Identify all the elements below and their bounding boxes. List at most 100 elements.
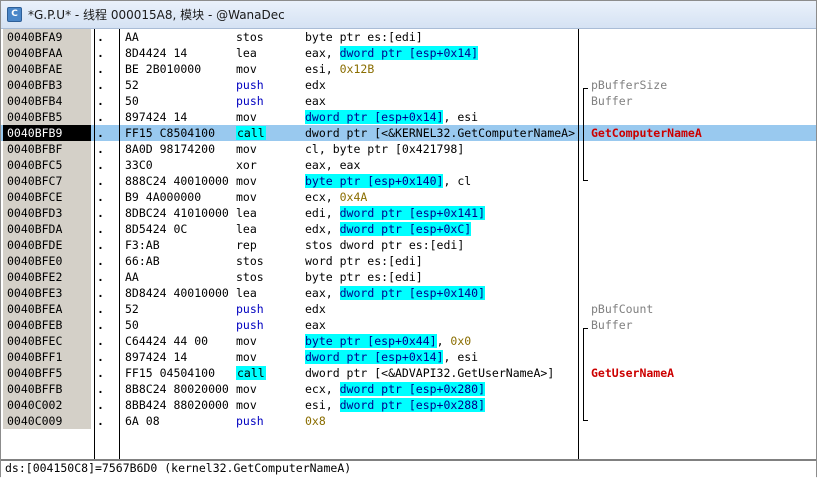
disasm-row[interactable]: 0040C002. 8BB424 88020000 mov esi, dword pt… [1,397,816,413]
hex-bytes-cell: 8BB424 88020000 [125,398,229,412]
disasm-row[interactable]: 0040BFE2. AA stos byte ptr es:[edi] [1,269,816,285]
mnemonic-text: mov [236,62,257,76]
address-cell: 0040BFD3 [3,205,91,221]
address-cell: 0040BFEA [3,301,91,317]
comment-cell [591,173,816,189]
disasm-row[interactable]: 0040BFF1. 897424 14 mov dword ptr [esp+0x14… [1,349,816,365]
mnemonic-text: push [236,78,264,92]
comment-cell [591,269,816,285]
comment-cell [591,189,816,205]
operands-cell: byte ptr es:[edi] [305,29,577,45]
operands-cell: dword ptr [esp+0x14], esi [305,349,577,365]
disasm-row[interactable]: 0040BFE3. 8D8424 40010000 lea eax, dword pt… [1,285,816,301]
comment-cell [591,285,816,301]
comment-cell: pBufferSize [591,78,668,92]
mnemonic-cell: mov [236,349,302,365]
disasm-row[interactable]: 0040BFDA. 8D5424 0C lea edx, dword ptr [esp… [1,221,816,237]
mnemonic-cell: push [236,301,302,317]
call-args-bracket [583,88,588,181]
mnemonic-cell: lea [236,45,302,61]
mnemonic-cell: mov [236,333,302,349]
disasm-row[interactable]: 0040BFA9. AA stos byte ptr es:[edi] [1,29,816,45]
flow-marker: . [97,414,104,428]
address-cell: 0040BFA9 [3,29,91,45]
operand-text: esi, [305,398,340,412]
mnemonic-cell: lea [236,205,302,221]
mnemonic-text: mov [236,334,257,348]
hex-bytes-cell: 8D4424 14 [125,46,188,60]
address-cell: 0040BFEC [3,333,91,349]
address-cell: 0040BFF1 [3,349,91,365]
flow-marker: . [97,30,104,44]
operand-text: esi, [305,62,340,76]
address-cell: 0040BFEB [3,317,91,333]
comment-cell [591,333,816,349]
address-cell: 0040BFFB [3,381,91,397]
disasm-row[interactable]: 0040BFFB. 8B8C24 80020000 mov ecx, dword pt… [1,381,816,397]
immediate-operand: 0x8 [305,414,326,428]
mnemonic-text: mov [236,398,257,412]
memory-operand: byte ptr [esp+0x140] [305,174,444,188]
operands-cell: eax, eax [305,157,577,173]
operands-cell: ecx, 0x4A [305,189,577,205]
comment-cell [591,45,816,61]
disasm-row[interactable]: 0040BFB3. 52 push edx pBufferSize [1,77,816,93]
mnemonic-cell: push [236,93,302,109]
mnemonic-text: push [236,302,264,316]
disasm-row[interactable]: 0040BFC7. 888C24 40010000 mov byte ptr [esp… [1,173,816,189]
hex-bytes-cell: 8B8C24 80020000 [125,382,229,396]
mnemonic-cell: call [236,125,302,141]
flow-marker: . [97,302,104,316]
mnemonic-text: mov [236,110,257,124]
comment-cell [591,205,816,221]
operands-cell: eax, dword ptr [esp+0x14] [305,45,577,61]
flow-marker: . [97,190,104,204]
operand-text: eax, eax [305,158,361,172]
address-cell: 0040C009 [3,413,91,429]
comment-cell [591,109,816,125]
flow-marker: . [97,206,104,220]
disasm-row[interactable]: 0040BFAA. 8D4424 14 lea eax, dword ptr [esp… [1,45,816,61]
disasm-row[interactable]: 0040BFEC. C64424 44 00 mov byte ptr [esp+0x… [1,333,816,349]
address-cell: 0040BFF5 [3,365,91,381]
flow-marker: . [97,382,104,396]
hex-bytes-cell: 52 [125,78,139,92]
disasm-row[interactable]: 0040BFCE. B9 4A000000 mov ecx, 0x4A [1,189,816,205]
operand-text: ecx, [305,382,340,396]
title-bar[interactable]: C *G.P.U* - 线程 000015A8, 模块 - @WanaDec [1,1,816,29]
disasm-row[interactable]: 0040BFF5. FF15 04504100 call dword ptr [<&A… [1,365,816,381]
operands-cell: edx [305,77,577,93]
disasm-row[interactable]: 0040BFC5. 33C0 xor eax, eax [1,157,816,173]
disasm-row[interactable]: 0040BFB4. 50 push eax Buffer [1,93,816,109]
disassembly-pane[interactable]: 0040C009. 6A 08 push 0x8 0040C002. 8BB424 880… [1,29,816,459]
comment-cell: GetComputerNameA [591,126,702,140]
mnemonic-cell: mov [236,397,302,413]
operands-cell: byte ptr [esp+0x140], cl [305,173,577,189]
disasm-row[interactable]: 0040BFD3. 8DBC24 41010000 lea edi, dword pt… [1,205,816,221]
flow-marker: . [97,398,104,412]
disasm-row[interactable]: 0040C009. 6A 08 push 0x8 [1,413,816,429]
hex-bytes-cell: 8A0D 98174200 [125,142,216,156]
mnemonic-text: mov [236,142,257,156]
address-cell: 0040BFDE [3,237,91,253]
mnemonic-text: rep [236,238,257,252]
disasm-row[interactable]: 0040BFE0. 66:AB stos word ptr es:[edi] [1,253,816,269]
operands-cell: edi, dword ptr [esp+0x141] [305,205,577,221]
disasm-row-selected[interactable]: 0040BFB9. FF15 C8504100 call dword ptr [<&K… [1,125,816,141]
address-cell: 0040BFAA [3,45,91,61]
operand-text: cl, byte ptr [0x421798] [305,142,465,156]
mnemonic-cell: xor [236,157,302,173]
comment-cell: GetUserNameA [591,366,675,380]
disasm-row[interactable]: 0040BFEB. 50 push eax Buffer [1,317,816,333]
disasm-row[interactable]: 0040BFAE. BE 2B010000 mov esi, 0x12B [1,61,816,77]
mnemonic-text: lea [236,46,257,60]
disasm-row[interactable]: 0040BFB5. 897424 14 mov dword ptr [esp+0x14… [1,109,816,125]
mnemonic-cell: stos [236,269,302,285]
disasm-row[interactable]: 0040BFEA. 52 push edx pBufCount [1,301,816,317]
mnemonic-cell: stos [236,29,302,45]
flow-marker: . [97,238,104,252]
disasm-row[interactable]: 0040BFDE. F3:AB rep stos dword ptr es:[edi] [1,237,816,253]
hex-bytes-cell: AA [125,270,139,284]
disasm-row[interactable]: 0040BFBF. 8A0D 98174200 mov cl, byte ptr [0… [1,141,816,157]
operand-text: edx, [305,222,340,236]
